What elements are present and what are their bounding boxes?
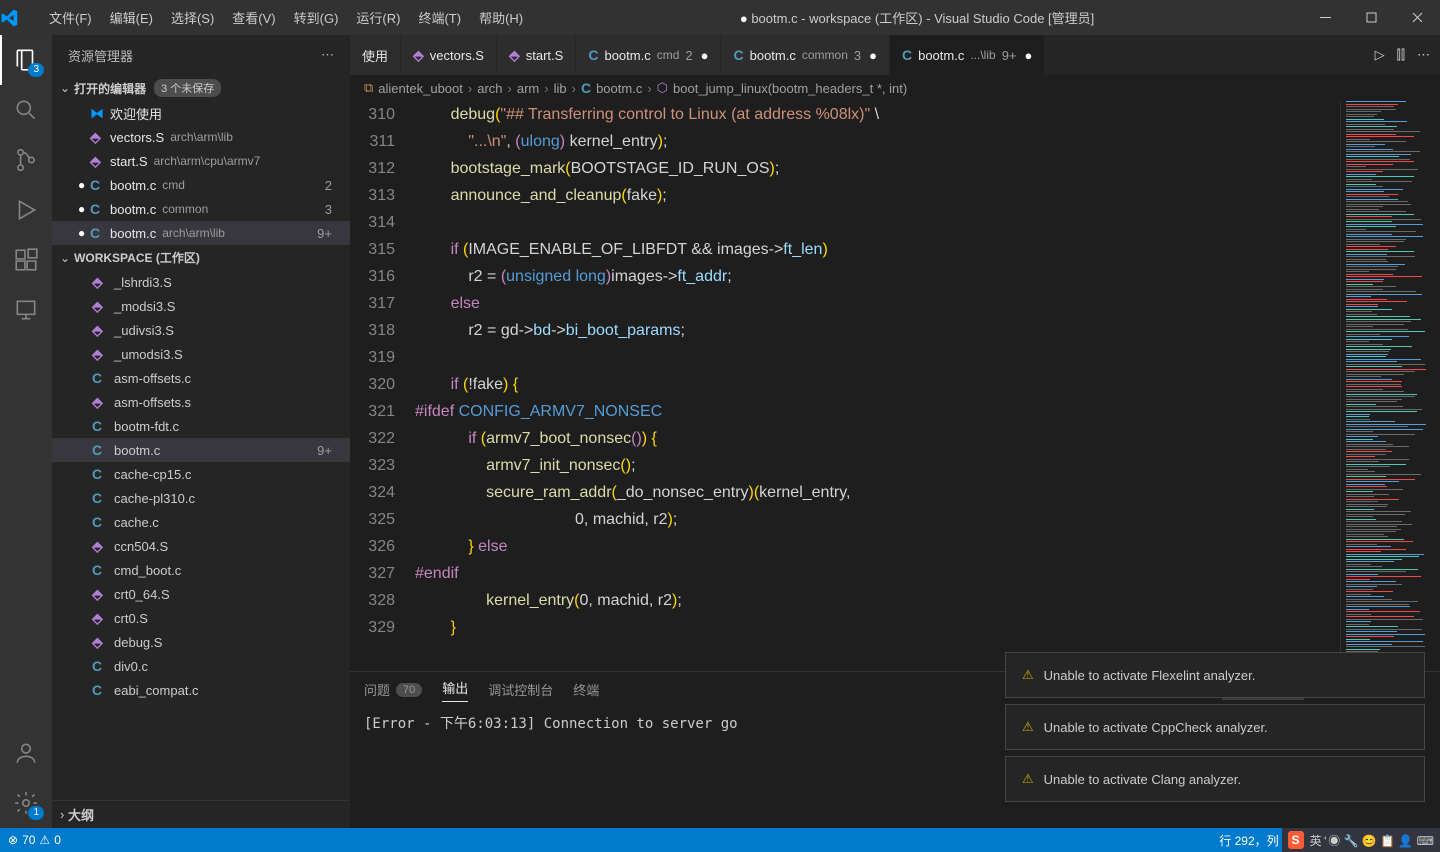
open-editors-section[interactable]: ⌄打开的编辑器3 个未保存 [52,75,350,101]
file-item[interactable]: Ccmd_boot.c [52,558,350,582]
more-icon[interactable]: ⋯ [321,47,334,63]
open-editor-item[interactable]: ●Cbootm.ccommon3 [52,197,350,221]
file-item[interactable]: ⬘crt0.S [52,606,350,630]
more-icon[interactable]: ⋯ [1417,47,1430,63]
file-item[interactable]: Casm-offsets.c [52,366,350,390]
menu-view[interactable]: 查看(V) [223,8,284,27]
window-title: ● bootm.c - workspace (工作区) - Visual Stu… [532,8,1302,27]
editor-tab[interactable]: ⬘start.S [497,35,576,75]
menu-edit[interactable]: 编辑(E) [101,8,162,27]
code-editor[interactable]: 3103113123133143153163173183193203213223… [350,101,1440,671]
status-bar: ⊗ 70 ⚠ 0 行 292，列 6 制表符长度: 4 UTF-8 [0,828,1440,852]
search-icon[interactable] [0,85,52,135]
outline-section[interactable]: › 大纲 [52,800,350,828]
menu-run[interactable]: 运行(R) [347,8,409,27]
maximize-button[interactable] [1348,0,1394,35]
notifications: ⚠Unable to activate Flexelint analyzer. ⚠… [1005,652,1425,802]
file-item[interactable]: ⬘crt0_64.S [52,582,350,606]
menu-bar: 文件(F) 编辑(E) 选择(S) 查看(V) 转到(G) 运行(R) 终端(T… [40,8,532,27]
title-bar: 文件(F) 编辑(E) 选择(S) 查看(V) 转到(G) 运行(R) 终端(T… [0,0,1440,35]
settings-icon[interactable]: 1 [0,778,52,828]
file-item[interactable]: ⬘_lshrdi3.S [52,270,350,294]
menu-file[interactable]: 文件(F) [40,8,101,27]
editor-tab[interactable]: Cbootm.c...\lib9+● [890,35,1045,75]
panel-problems[interactable]: 问题70 [364,680,422,699]
menu-select[interactable]: 选择(S) [162,8,223,27]
status-cursor[interactable]: 行 292，列 6 [1219,832,1288,849]
notification-toast[interactable]: ⚠Unable to activate Flexelint analyzer. [1005,652,1425,698]
menu-help[interactable]: 帮助(H) [470,8,532,27]
breadcrumb[interactable]: ⧉ alientek_uboot› arch› arm› lib› Cbootm… [350,75,1440,101]
minimize-button[interactable] [1302,0,1348,35]
notification-toast[interactable]: ⚠Unable to activate Clang analyzer. [1005,756,1425,802]
source-control-icon[interactable] [0,135,52,185]
run-debug-icon[interactable] [0,185,52,235]
file-item[interactable]: ⬘debug.S [52,630,350,654]
workspace-section[interactable]: ⌄WORKSPACE (工作区) [52,245,350,270]
account-icon[interactable] [0,728,52,778]
open-editor-item[interactable]: ●Cbootm.ccmd2 [52,173,350,197]
file-item[interactable]: Ccache-pl310.c [52,486,350,510]
open-editor-item[interactable]: ●Cbootm.carch\arm\lib9+ [52,221,350,245]
explorer-icon[interactable]: 3 [0,35,52,85]
file-item[interactable]: Cbootm-fdt.c [52,414,350,438]
open-editor-item[interactable]: ⬘vectors.Sarch\arm\lib [52,125,350,149]
file-item[interactable]: ⬘ccn504.S [52,534,350,558]
split-icon[interactable]: ⫿⫿ [1397,47,1405,63]
panel-output[interactable]: 输出 [442,678,468,702]
status-errors[interactable]: ⊗ 70 ⚠ 0 [8,833,61,847]
file-item[interactable]: Ccache.c [52,510,350,534]
panel-debug[interactable]: 调试控制台 [488,680,553,699]
activity-bar: 3 1 [0,35,52,828]
editor-tab[interactable]: Cbootm.ccommon3● [721,35,889,75]
sidebar: 资源管理器⋯ ⌄打开的编辑器3 个未保存 ⧓欢迎使用⬘vectors.Sarch… [52,35,350,828]
close-button[interactable] [1394,0,1440,35]
editor-tab[interactable]: 使用 [350,35,401,75]
file-item[interactable]: ⬘_umodsi3.S [52,342,350,366]
open-editor-welcome[interactable]: ⧓欢迎使用 [52,101,350,125]
file-item[interactable]: ⬘_modsi3.S [52,294,350,318]
notification-toast[interactable]: ⚠Unable to activate CppCheck analyzer. [1005,704,1425,750]
sidebar-header: 资源管理器⋯ [52,35,350,75]
file-item[interactable]: ⬘_udivsi3.S [52,318,350,342]
open-editor-item[interactable]: ⬘start.Sarch\arm\cpu\armv7 [52,149,350,173]
editor-tab[interactable]: Cbootm.ccmd2● [576,35,721,75]
file-item[interactable]: Cbootm.c9+ [52,438,350,462]
file-item[interactable]: ⬘asm-offsets.s [52,390,350,414]
vscode-logo [0,9,40,27]
file-item[interactable]: Ccache-cp15.c [52,462,350,486]
menu-goto[interactable]: 转到(G) [285,8,348,27]
editor-tab[interactable]: ⬘vectors.S [401,35,497,75]
remote-icon[interactable] [0,285,52,335]
tab-bar: 使用⬘vectors.S⬘start.SCbootm.ccmd2●Cbootm.… [350,35,1440,75]
file-item[interactable]: Ceabi_compat.c [52,678,350,702]
extensions-icon[interactable] [0,235,52,285]
run-icon[interactable]: ▷ [1375,47,1385,63]
file-item[interactable]: Cdiv0.c [52,654,350,678]
minimap[interactable] [1340,101,1440,671]
panel-terminal[interactable]: 终端 [573,680,599,699]
system-tray: S 英 ꜗ ◉ 🔧 😊 📋 👤 ⌨ [1282,828,1440,852]
menu-terminal[interactable]: 终端(T) [409,8,470,27]
